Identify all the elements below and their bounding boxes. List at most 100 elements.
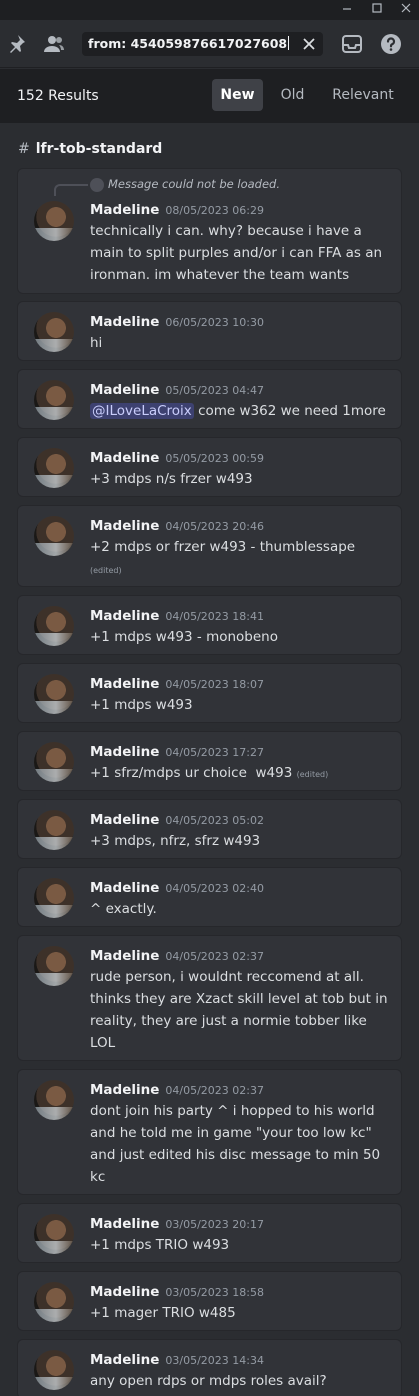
maximize-icon[interactable] [366, 0, 388, 20]
avatar[interactable] [34, 201, 74, 241]
message-timestamp: 04/05/2023 18:41 [165, 610, 264, 623]
message-timestamp: 05/05/2023 04:47 [165, 384, 264, 397]
message-author[interactable]: Madeline 04/05/2023 02:40 [90, 880, 264, 896]
channel-toolbar: from: 454059876617027608 [0, 20, 419, 68]
search-result-message[interactable]: Madeline 04/05/2023 05:02 +3 mdps, nfrz, … [17, 799, 402, 859]
search-results-list: # lfr-tob-standard Message could not be l… [0, 123, 419, 1396]
message-timestamp: 03/05/2023 18:58 [165, 1286, 264, 1299]
message-timestamp: 05/05/2023 00:59 [165, 452, 264, 465]
message-author[interactable]: Madeline 08/05/2023 06:29 [90, 202, 264, 218]
search-result-message[interactable]: Madeline 05/05/2023 04:47 @ILoveLaCroix c… [17, 369, 402, 429]
close-icon[interactable] [395, 0, 417, 20]
search-result-message[interactable]: Madeline 04/05/2023 20:46 +2 mdps or frze… [17, 505, 402, 587]
hash-icon: # [18, 141, 30, 157]
message-author[interactable]: Madeline 04/05/2023 17:27 [90, 744, 264, 760]
avatar[interactable] [34, 742, 74, 782]
message-timestamp: 03/05/2023 14:34 [165, 1354, 264, 1367]
search-result-message[interactable]: Madeline 04/05/2023 02:37 dont join his p… [17, 1069, 402, 1195]
message-content: technically i can. why? because i have a… [90, 223, 383, 283]
search-result-message[interactable]: Madeline 06/05/2023 10:30 hi [17, 301, 402, 361]
reply-icon [90, 178, 104, 192]
avatar[interactable] [34, 516, 74, 556]
message-content: hi [90, 335, 103, 351]
search-result-message[interactable]: Madeline 03/05/2023 14:34 any open rdps o… [17, 1339, 402, 1396]
tab-old[interactable]: Old [271, 79, 314, 111]
message-timestamp: 04/05/2023 20:46 [165, 520, 264, 533]
message-timestamp: 04/05/2023 02:37 [165, 1084, 264, 1097]
message-content: dont join his party ^ i hopped to his wo… [90, 1103, 381, 1185]
results-header: 152 Results New Old Relevant [0, 69, 419, 123]
message-author[interactable]: Madeline 03/05/2023 20:17 [90, 1216, 264, 1232]
message-content: @ILoveLaCroix come w362 we need 1more [90, 403, 386, 419]
message-content: ^ exactly. [90, 901, 157, 917]
tab-relevant[interactable]: Relevant [322, 79, 404, 111]
avatar[interactable] [34, 674, 74, 714]
avatar[interactable] [34, 946, 74, 986]
message-content: +1 mdps TRIO w493 [90, 1237, 230, 1253]
message-content: any open rdps or mdps roles avail? [90, 1373, 327, 1389]
avatar[interactable] [34, 1282, 74, 1322]
message-timestamp: 06/05/2023 10:30 [165, 316, 264, 329]
message-content: rude person, i wouldnt reccomend at all.… [90, 969, 388, 1051]
search-query[interactable]: from: 454059876617027608 [88, 36, 290, 51]
message-author[interactable]: Madeline 05/05/2023 04:47 [90, 382, 264, 398]
search-result-message[interactable]: Message could not be loaded. Madeline 08/… [17, 168, 402, 294]
help-icon[interactable] [379, 32, 403, 56]
search-result-message[interactable]: Madeline 03/05/2023 18:58 +1 mager TRIO w… [17, 1271, 402, 1331]
avatar[interactable] [34, 878, 74, 918]
reply-connector [54, 184, 88, 196]
message-author[interactable]: Madeline 04/05/2023 18:07 [90, 676, 264, 692]
message-author[interactable]: Madeline 05/05/2023 00:59 [90, 450, 264, 466]
message-author[interactable]: Madeline 04/05/2023 02:37 [90, 1082, 264, 1098]
user-mention[interactable]: @ILoveLaCroix [90, 403, 194, 419]
message-timestamp: 04/05/2023 02:40 [165, 882, 264, 895]
message-author[interactable]: Madeline 06/05/2023 10:30 [90, 314, 264, 330]
message-author[interactable]: Madeline 04/05/2023 05:02 [90, 812, 264, 828]
message-timestamp: 03/05/2023 20:17 [165, 1218, 264, 1231]
message-author[interactable]: Madeline 04/05/2023 20:46 [90, 518, 264, 534]
message-author[interactable]: Madeline 03/05/2023 18:58 [90, 1284, 264, 1300]
avatar[interactable] [34, 380, 74, 420]
message-content: +1 mdps w493 [90, 697, 193, 713]
message-author[interactable]: Madeline 04/05/2023 18:41 [90, 608, 264, 624]
message-content: +3 mdps n/s frzer w493 [90, 471, 253, 487]
message-author[interactable]: Madeline 03/05/2023 14:34 [90, 1352, 264, 1368]
edited-tag: (edited) [296, 770, 329, 779]
channel-name: lfr-tob-standard [35, 141, 163, 157]
edited-tag: (edited) [90, 566, 122, 575]
search-result-message[interactable]: Madeline 04/05/2023 18:07 +1 mdps w493 [17, 663, 402, 723]
minimize-icon[interactable] [336, 0, 358, 20]
search-result-message[interactable]: Madeline 03/05/2023 20:17 +1 mdps TRIO w4… [17, 1203, 402, 1263]
search-result-message[interactable]: Madeline 05/05/2023 00:59 +3 mdps n/s frz… [17, 437, 402, 497]
search-result-message[interactable]: Madeline 04/05/2023 17:27 +1 sfrz/mdps ur… [17, 731, 402, 791]
avatar[interactable] [34, 1350, 74, 1390]
search-result-message[interactable]: Madeline 04/05/2023 18:41 +1 mdps w493 - … [17, 595, 402, 655]
inbox-icon[interactable] [340, 32, 364, 56]
clear-search-icon[interactable] [301, 36, 317, 52]
message-content: +1 sfrz/mdps ur choice w493 (edited) [90, 765, 329, 781]
message-timestamp: 08/05/2023 06:29 [165, 204, 264, 217]
avatar[interactable] [34, 312, 74, 352]
avatar[interactable] [34, 448, 74, 488]
message-content: +2 mdps or frzer w493 - thumblessape (edi… [90, 539, 356, 575]
window-titlebar [0, 0, 419, 20]
search-input[interactable]: from: 454059876617027608 [82, 32, 323, 56]
avatar[interactable] [34, 810, 74, 850]
avatar[interactable] [34, 606, 74, 646]
pin-icon[interactable] [4, 32, 28, 56]
avatar[interactable] [34, 1080, 74, 1120]
search-result-message[interactable]: Madeline 04/05/2023 02:40 ^ exactly. [17, 867, 402, 927]
message-timestamp: 04/05/2023 17:27 [165, 746, 264, 759]
reply-text: Message could not be loaded. [108, 177, 280, 191]
message-timestamp: 04/05/2023 02:37 [165, 950, 264, 963]
avatar[interactable] [34, 1214, 74, 1254]
message-content: +3 mdps, nfrz, sfrz w493 [90, 833, 261, 849]
message-author[interactable]: Madeline 04/05/2023 02:37 [90, 948, 264, 964]
members-icon[interactable] [42, 32, 66, 56]
channel-header[interactable]: # lfr-tob-standard [18, 141, 162, 157]
message-timestamp: 04/05/2023 18:07 [165, 678, 264, 691]
search-result-message[interactable]: Madeline 04/05/2023 02:37 rude person, i … [17, 935, 402, 1061]
message-content: +1 mager TRIO w485 [90, 1305, 236, 1321]
tab-new[interactable]: New [212, 79, 263, 111]
message-content: +1 mdps w493 - monobeno [90, 629, 278, 645]
